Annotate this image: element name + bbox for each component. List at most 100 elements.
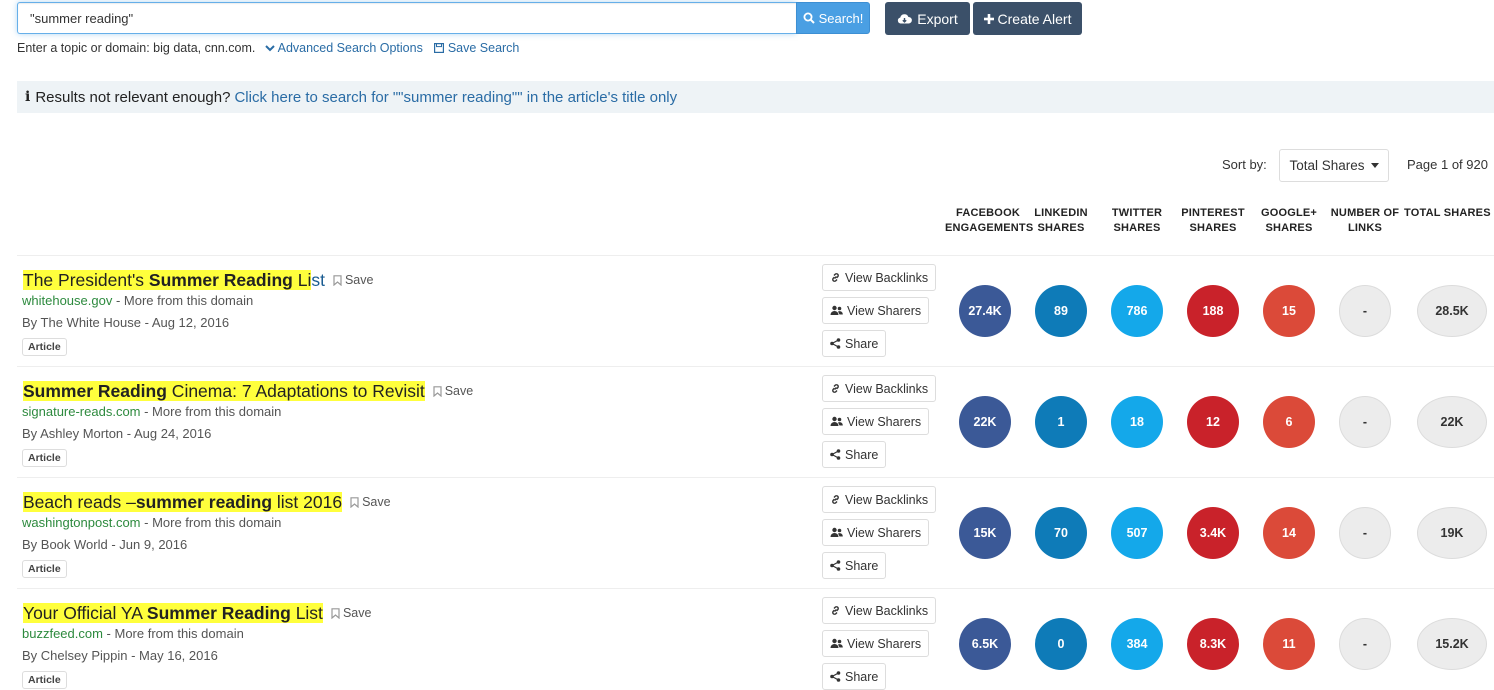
search-input[interactable]	[17, 2, 796, 34]
view-backlinks-button-label: View Backlinks	[845, 381, 929, 396]
result-domain-link[interactable]: whitehouse.gov	[22, 293, 112, 308]
save-article-link[interactable]: Save	[333, 273, 373, 287]
share-button[interactable]: Share	[822, 441, 887, 468]
title-keyword: Summer Reading	[23, 380, 167, 401]
domain-line: whitehouse.gov - More from this domain	[22, 293, 253, 308]
linkedin-shares-count: 1	[1035, 396, 1087, 448]
result-domain-link[interactable]: signature-reads.com	[22, 404, 141, 419]
save-search-link[interactable]: Save Search	[434, 41, 519, 55]
users-icon	[830, 416, 843, 427]
twitter-shares-count: 786	[1111, 285, 1163, 337]
googleplus-shares-count: 6	[1263, 396, 1315, 448]
advanced-search-link[interactable]: Advanced Search Options	[265, 41, 427, 55]
share-icon	[830, 449, 841, 460]
googleplus-shares-count: 14	[1263, 507, 1315, 559]
export-button[interactable]: Export	[885, 2, 970, 35]
view-sharers-button[interactable]: View Sharers	[822, 519, 930, 546]
share-icon	[830, 338, 841, 349]
total-shares-count: 28.5K	[1417, 285, 1487, 337]
share-button[interactable]: Share	[822, 552, 887, 579]
share-button[interactable]: Share	[822, 330, 887, 357]
share-icon	[830, 560, 841, 571]
result-title-link[interactable]: The President's Summer Reading List	[22, 269, 326, 291]
more-from-domain-link[interactable]: - More from this domain	[141, 404, 281, 419]
view-backlinks-button[interactable]: View Backlinks	[822, 264, 937, 291]
column-header-twitter[interactable]: TWITTER SHARES	[1094, 206, 1180, 236]
facebook-engagements-count: 22K	[959, 396, 1011, 448]
advanced-search-label: Advanced Search Options	[277, 41, 423, 55]
column-header-googleplus[interactable]: GOOGLE+ SHARES	[1246, 206, 1332, 236]
cloud-download-icon	[897, 13, 913, 25]
title-text: The President's	[23, 269, 149, 290]
link-icon	[830, 383, 841, 394]
result-domain-link[interactable]: buzzfeed.com	[22, 626, 103, 641]
result-row: The President's Summer Reading List Save w…	[17, 255, 1494, 366]
content-type-badge: Article	[22, 338, 67, 356]
view-backlinks-button[interactable]: View Backlinks	[822, 597, 937, 624]
save-article-link[interactable]: Save	[433, 384, 474, 398]
result-title-link[interactable]: Your Official YA Summer Reading List	[22, 602, 324, 624]
bookmark-icon	[333, 274, 342, 286]
total-shares-count: 15.2K	[1417, 618, 1487, 670]
result-author-date: By Ashley Morton - Aug 24, 2016	[22, 426, 212, 441]
view-backlinks-button-label: View Backlinks	[845, 492, 929, 507]
title-only-search-link[interactable]: Click here to search for ""summer readin…	[234, 89, 677, 106]
bookmark-icon	[433, 385, 442, 397]
view-sharers-button[interactable]: View Sharers	[822, 297, 930, 324]
relevance-prefix: Results not relevant enough?	[35, 88, 231, 106]
users-icon	[830, 527, 843, 538]
save-article-link[interactable]: Save	[350, 495, 391, 509]
content-type-badge: Article	[22, 449, 67, 467]
title-text: List	[290, 602, 323, 623]
title-text: list 2016	[272, 491, 343, 512]
pinterest-shares-count: 3.4K	[1187, 507, 1239, 559]
result-row: Beach reads –summer reading list 2016 Sav…	[17, 477, 1494, 588]
search-button[interactable]: Search!	[796, 2, 870, 34]
bookmark-icon	[331, 607, 340, 619]
link-icon	[830, 605, 841, 616]
view-backlinks-button[interactable]: View Backlinks	[822, 486, 937, 513]
more-from-domain-link[interactable]: - More from this domain	[141, 515, 281, 530]
result-domain-link[interactable]: washingtonpost.com	[22, 515, 141, 530]
title-text: st	[311, 269, 325, 290]
floppy-icon	[434, 43, 445, 53]
total-shares-count: 19K	[1417, 507, 1487, 559]
create-alert-button[interactable]: Create Alert	[973, 2, 1082, 35]
column-header-linkedin[interactable]: LINKEDIN SHARES	[1018, 206, 1104, 236]
export-label: Export	[917, 10, 958, 27]
view-sharers-button[interactable]: View Sharers	[822, 408, 930, 435]
sort-dropdown[interactable]: Total Shares	[1279, 149, 1389, 182]
share-icon	[830, 671, 841, 682]
pinterest-shares-count: 8.3K	[1187, 618, 1239, 670]
domain-line: washingtonpost.com - More from this doma…	[22, 515, 281, 530]
result-title-link[interactable]: Beach reads –summer reading list 2016	[22, 491, 343, 513]
column-header-total-shares[interactable]: TOTAL SHARES	[1404, 206, 1494, 221]
column-header-number-of-links[interactable]: NUMBER OF LINKS	[1322, 206, 1408, 236]
domain-line: buzzfeed.com - More from this domain	[22, 626, 244, 641]
relevance-notice: i Results not relevant enough? Click her…	[17, 81, 1494, 113]
column-header-pinterest[interactable]: PINTEREST SHARES	[1170, 206, 1256, 236]
more-from-domain-link[interactable]: - More from this domain	[103, 626, 244, 641]
caret-down-icon	[1370, 163, 1379, 168]
pinterest-shares-count: 12	[1187, 396, 1239, 448]
view-sharers-button[interactable]: View Sharers	[822, 630, 930, 657]
bookmark-icon	[350, 496, 359, 508]
sort-selected: Total Shares	[1289, 158, 1365, 173]
more-from-domain-link[interactable]: - More from this domain	[112, 293, 253, 308]
total-shares-count: 22K	[1417, 396, 1487, 448]
save-article-link[interactable]: Save	[331, 606, 372, 620]
title-keyword: summer reading	[135, 491, 273, 512]
result-row: Summer Reading Cinema: 7 Adaptations to …	[17, 366, 1494, 477]
result-title-link[interactable]: Summer Reading Cinema: 7 Adaptations to …	[22, 380, 426, 402]
view-sharers-button-label: View Sharers	[847, 414, 922, 429]
title-text: Your Official YA	[23, 602, 147, 623]
save-label: Save	[342, 606, 372, 620]
save-label: Save	[444, 384, 474, 398]
result-title-line: Beach reads –summer reading list 2016 Sav…	[22, 490, 391, 514]
title-text: Cinema: 7 Adaptations to Revisit	[166, 380, 425, 401]
result-author-date: By The White House - Aug 12, 2016	[22, 315, 230, 330]
view-backlinks-button[interactable]: View Backlinks	[822, 375, 937, 402]
users-icon	[830, 638, 843, 649]
linkedin-shares-count: 0	[1035, 618, 1087, 670]
share-button[interactable]: Share	[822, 663, 887, 690]
